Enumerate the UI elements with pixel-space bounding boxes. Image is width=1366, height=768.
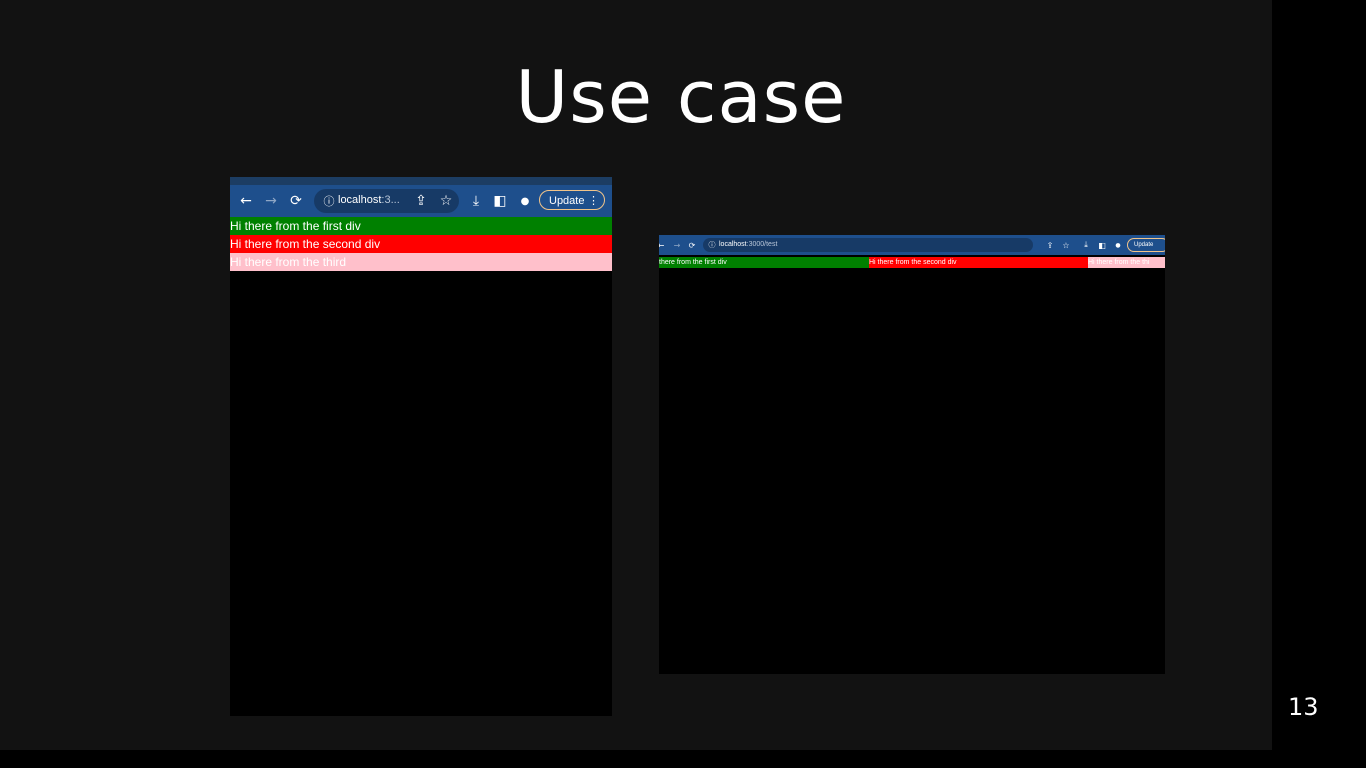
page-number: 13 bbox=[1288, 693, 1319, 721]
menu-icon[interactable]: ⋮ bbox=[588, 191, 599, 211]
url-host: localhost bbox=[338, 194, 382, 206]
back-icon[interactable]: ← bbox=[237, 192, 255, 210]
star-icon[interactable]: ☆ bbox=[437, 192, 455, 210]
second-div: Hi there from the second div bbox=[230, 235, 612, 253]
url-path: :3... bbox=[381, 194, 400, 206]
url-text: localhost:3... bbox=[338, 194, 400, 206]
third-div: Hi there from the third bbox=[230, 253, 612, 271]
address-bar[interactable]: ⓘ localhost:3000/test bbox=[703, 238, 1033, 252]
share-icon[interactable]: ⇪ bbox=[412, 192, 430, 210]
browser-toolbar: ← → ⟳ ⓘ localhost:3000/test ⇪ ☆ ⤓ ◧ ● Up… bbox=[659, 235, 1165, 255]
download-icon[interactable]: ⤓ bbox=[1081, 240, 1091, 250]
side-panel-icon[interactable]: ◧ bbox=[491, 192, 509, 210]
forward-icon[interactable]: → bbox=[672, 240, 682, 250]
star-icon[interactable]: ☆ bbox=[1061, 240, 1071, 250]
share-icon[interactable]: ⇪ bbox=[1045, 240, 1055, 250]
reload-icon[interactable]: ⟳ bbox=[687, 240, 697, 250]
url-host: localhost bbox=[719, 241, 747, 248]
slide-title: Use case bbox=[515, 55, 847, 139]
site-info-icon[interactable]: ⓘ bbox=[320, 192, 338, 210]
url-text: localhost:3000/test bbox=[719, 240, 777, 250]
forward-icon[interactable]: → bbox=[262, 192, 280, 210]
update-button[interactable]: Update bbox=[1127, 238, 1165, 252]
side-panel-icon[interactable]: ◧ bbox=[1097, 240, 1107, 250]
download-icon[interactable]: ⤓ bbox=[467, 192, 485, 210]
browser-screenshot-wide: ← → ⟳ ⓘ localhost:3000/test ⇪ ☆ ⤓ ◧ ● Up… bbox=[659, 235, 1165, 674]
back-icon[interactable]: ← bbox=[659, 240, 666, 250]
update-label: Update bbox=[549, 195, 585, 207]
slide: Use case ← → ⟳ ⓘ localhost:3... ⇪ ☆ ⤓ ◧ … bbox=[0, 0, 1272, 750]
second-div: Hi there from the second div bbox=[869, 257, 1088, 268]
url-path: :3000/test bbox=[746, 241, 778, 248]
profile-icon[interactable]: ● bbox=[1113, 240, 1123, 250]
update-label: Update bbox=[1134, 242, 1154, 248]
update-button[interactable]: Update ⋮ bbox=[539, 190, 605, 210]
profile-icon[interactable]: ● bbox=[516, 192, 534, 210]
browser-screenshot-narrow: ← → ⟳ ⓘ localhost:3... ⇪ ☆ ⤓ ◧ ● Update … bbox=[230, 177, 612, 716]
third-div: Hi there from the thi bbox=[1088, 257, 1165, 268]
reload-icon[interactable]: ⟳ bbox=[287, 192, 305, 210]
first-div: there from the first div bbox=[659, 257, 869, 268]
tab-strip bbox=[230, 177, 612, 185]
first-div: Hi there from the first div bbox=[230, 217, 612, 235]
site-info-icon[interactable]: ⓘ bbox=[707, 240, 717, 250]
divs-row: there from the first div Hi there from t… bbox=[659, 257, 1165, 268]
browser-toolbar: ← → ⟳ ⓘ localhost:3... ⇪ ☆ ⤓ ◧ ● Update … bbox=[230, 185, 612, 217]
